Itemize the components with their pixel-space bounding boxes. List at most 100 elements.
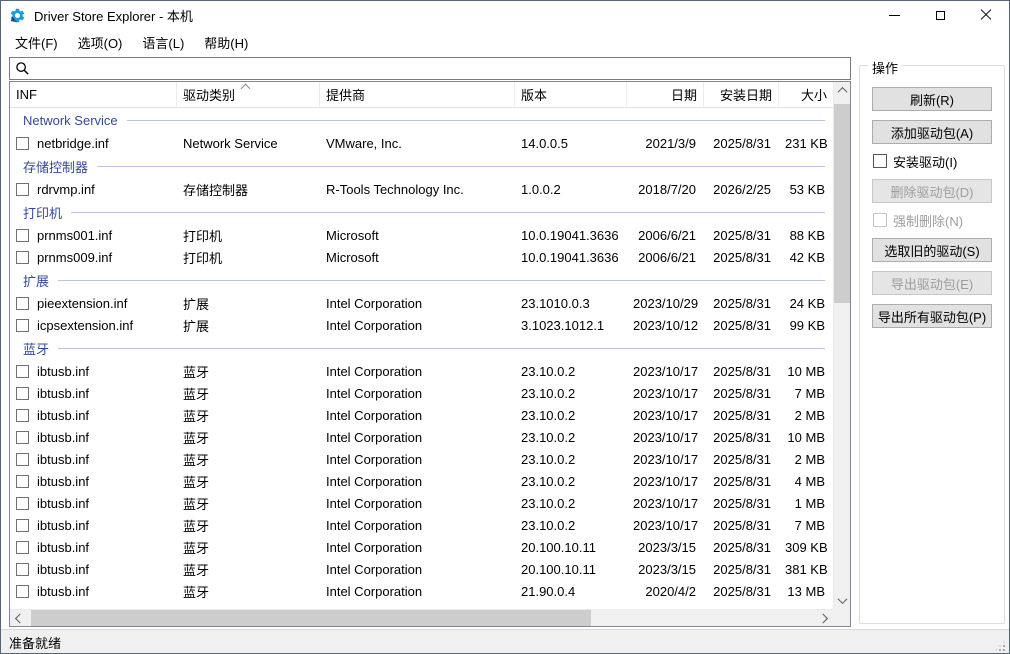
menu-item-file[interactable]: 文件(F) [5, 29, 68, 56]
app-window: Driver Store Explorer - 本机 文件(F)选项(O)语言(… [0, 0, 1010, 654]
menu-item-help[interactable]: 帮助(H) [194, 29, 258, 56]
cell-1: 蓝牙 [177, 516, 320, 535]
inf-cell: icpsextension.inf [10, 318, 177, 333]
delete-driver-package-button: 删除驱动包(D) [872, 179, 992, 203]
maximize-icon [936, 11, 945, 20]
inf-filename: pieextension.inf [37, 296, 127, 311]
column-header-4[interactable]: 日期 [627, 82, 704, 107]
cell-5: 2025/8/31 [704, 250, 779, 265]
row-checkbox[interactable] [16, 251, 29, 264]
table-row[interactable]: icpsextension.inf扩展Intel Corporation3.10… [10, 314, 833, 336]
inf-filename: ibtusb.inf [37, 364, 89, 379]
column-header-2[interactable]: 提供商 [320, 82, 515, 107]
table-row[interactable]: ibtusb.inf蓝牙Intel Corporation23.10.0.220… [10, 514, 833, 536]
table-row[interactable]: pieextension.inf扩展Intel Corporation23.10… [10, 292, 833, 314]
inf-filename: prnms009.inf [37, 250, 112, 265]
resize-grip[interactable] [1003, 649, 1005, 651]
table-row[interactable]: ibtusb.inf蓝牙Intel Corporation23.10.0.220… [10, 382, 833, 404]
cell-3: 1.0.0.2 [515, 182, 627, 197]
row-checkbox[interactable] [16, 229, 29, 242]
scroll-left-button[interactable] [10, 610, 27, 627]
table-row[interactable]: ibtusb.inf蓝牙Intel Corporation20.100.10.1… [10, 558, 833, 580]
cell-2: Intel Corporation [320, 364, 515, 379]
row-checkbox[interactable] [16, 563, 29, 576]
table-row[interactable]: ibtusb.inf蓝牙Intel Corporation21.90.0.420… [10, 580, 833, 602]
status-bar: 准备就绪 [1, 629, 1009, 654]
column-header-0[interactable]: INF [10, 82, 177, 107]
cell-2: Intel Corporation [320, 474, 515, 489]
table-row[interactable]: netbridge.infNetwork ServiceVMware, Inc.… [10, 132, 833, 154]
row-checkbox[interactable] [16, 585, 29, 598]
row-checkbox[interactable] [16, 409, 29, 422]
column-header-3[interactable]: 版本 [515, 82, 627, 107]
cell-4: 2021/3/9 [627, 136, 704, 151]
row-checkbox[interactable] [16, 497, 29, 510]
table-row[interactable]: ibtusb.inf蓝牙Intel Corporation23.10.0.220… [10, 426, 833, 448]
table-row[interactable]: ibtusb.inf蓝牙Intel Corporation23.10.0.220… [10, 404, 833, 426]
minimize-button[interactable] [871, 1, 917, 29]
table-row[interactable]: rdrvmp.inf存储控制器R-Tools Technology Inc.1.… [10, 178, 833, 200]
row-checkbox[interactable] [16, 183, 29, 196]
maximize-button[interactable] [917, 1, 963, 29]
export-all-driver-packages-button[interactable]: 导出所有驱动包(P) [872, 304, 992, 328]
client-area: INF驱动类别提供商版本日期安装日期大小 Network Servicenetb… [1, 56, 1009, 629]
menu-item-options[interactable]: 选项(O) [68, 29, 133, 56]
table-row[interactable]: ibtusb.inf蓝牙Intel Corporation23.10.0.220… [10, 448, 833, 470]
row-checkbox[interactable] [16, 365, 29, 378]
inf-filename: ibtusb.inf [37, 386, 89, 401]
cell-1: 蓝牙 [177, 472, 320, 491]
select-old-drivers-button[interactable]: 选取旧的驱动(S) [872, 238, 992, 262]
scroll-right-button[interactable] [816, 610, 833, 627]
horizontal-scroll-thumb[interactable] [31, 610, 591, 626]
checkbox-icon [873, 213, 887, 227]
checkbox-label: 强制删除(N) [893, 211, 963, 230]
table-row[interactable]: ibtusb.inf蓝牙Intel Corporation23.10.0.220… [10, 492, 833, 514]
row-checkbox[interactable] [16, 431, 29, 444]
cell-4: 2023/10/17 [627, 474, 704, 489]
cell-6: 7 MB [779, 386, 833, 401]
refresh-button[interactable]: 刷新(R) [872, 87, 992, 111]
search-input[interactable] [34, 58, 850, 79]
inf-cell: ibtusb.inf [10, 430, 177, 445]
cell-1: 蓝牙 [177, 582, 320, 601]
column-header-6[interactable]: 大小 [779, 82, 833, 107]
row-checkbox[interactable] [16, 475, 29, 488]
cell-1: 蓝牙 [177, 538, 320, 557]
inf-cell: ibtusb.inf [10, 496, 177, 511]
horizontal-scrollbar[interactable] [10, 609, 833, 626]
row-checkbox[interactable] [16, 137, 29, 150]
vertical-scroll-thumb[interactable] [834, 104, 850, 303]
row-checkbox[interactable] [16, 319, 29, 332]
table-row[interactable]: prnms001.inf打印机Microsoft10.0.19041.36362… [10, 224, 833, 246]
table-row[interactable]: prnms009.inf打印机Microsoft10.0.19041.36362… [10, 246, 833, 268]
install-driver-checkbox[interactable]: 安装驱动(I) [873, 153, 992, 169]
scroll-down-button[interactable] [834, 592, 851, 609]
cell-5: 2025/8/31 [704, 386, 779, 401]
cell-4: 2023/3/15 [627, 562, 704, 577]
cell-2: Intel Corporation [320, 386, 515, 401]
vertical-scrollbar[interactable] [833, 82, 850, 609]
inf-cell: ibtusb.inf [10, 408, 177, 423]
row-checkbox[interactable] [16, 297, 29, 310]
cell-6: 42 KB [779, 250, 833, 265]
row-checkbox[interactable] [16, 541, 29, 554]
scrollbar-corner [833, 609, 850, 626]
menu-item-language[interactable]: 语言(L) [132, 29, 194, 56]
table-row[interactable]: ibtusb.inf蓝牙Intel Corporation23.10.0.220… [10, 470, 833, 492]
actions-items: 刷新(R) 添加驱动包(A) 安装驱动(I) 删除驱动包(D) 强制删除(N) 选取旧的驱… [860, 66, 1004, 337]
group-label: Network Service [23, 113, 118, 128]
close-button[interactable] [963, 1, 1009, 29]
table-row[interactable]: ibtusb.inf蓝牙Intel Corporation23.10.0.220… [10, 360, 833, 382]
row-checkbox[interactable] [16, 519, 29, 532]
column-header-5[interactable]: 安装日期 [704, 82, 779, 107]
actions-panel: 操作 刷新(R)添加驱动包(A)安装驱动(I)删除驱动包(D)强制删除(N)选取… [859, 65, 1005, 624]
scroll-up-button[interactable] [834, 82, 851, 99]
cell-4: 2023/10/29 [627, 296, 704, 311]
cell-1: 蓝牙 [177, 406, 320, 425]
cell-2: Intel Corporation [320, 496, 515, 511]
inf-cell: ibtusb.inf [10, 540, 177, 555]
add-driver-package-button[interactable]: 添加驱动包(A) [872, 120, 992, 144]
table-row[interactable]: ibtusb.inf蓝牙Intel Corporation20.100.10.1… [10, 536, 833, 558]
row-checkbox[interactable] [16, 453, 29, 466]
row-checkbox[interactable] [16, 387, 29, 400]
